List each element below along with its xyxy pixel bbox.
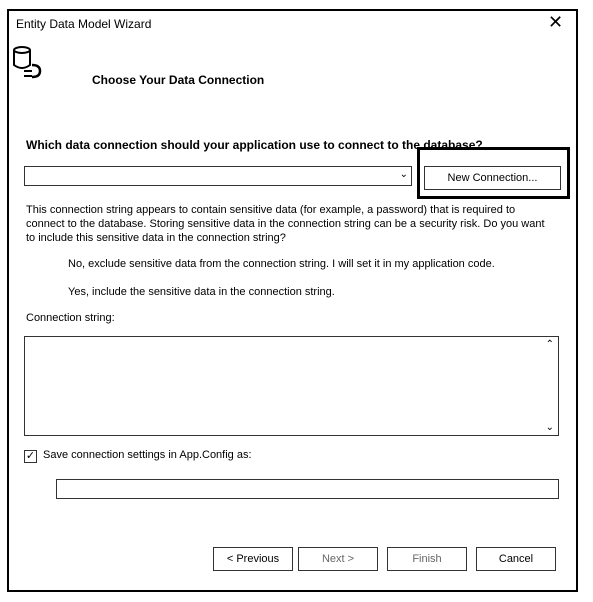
window-title: Entity Data Model Wizard — [16, 17, 152, 31]
database-connection-icon — [12, 45, 48, 85]
save-settings-label: Save connection settings in App.Config a… — [43, 449, 252, 461]
close-icon[interactable]: ✕ — [548, 12, 563, 32]
save-settings-checkbox[interactable]: ✓ — [24, 450, 37, 463]
connection-string-field[interactable]: ⌃ ⌄ — [24, 336, 559, 436]
cancel-button[interactable]: Cancel — [476, 547, 556, 571]
page-heading: Choose Your Data Connection — [92, 73, 265, 87]
app-config-name-input[interactable] — [56, 479, 559, 499]
connection-dropdown[interactable]: ⌄ — [24, 166, 412, 186]
scroll-down-icon[interactable]: ⌄ — [546, 422, 554, 433]
checkmark-icon: ✓ — [25, 450, 36, 462]
chevron-down-icon: ⌄ — [399, 169, 408, 180]
wizard-window — [7, 9, 578, 592]
include-sensitive-option[interactable]: Yes, include the sensitive data in the c… — [68, 286, 335, 298]
connection-question: Which data connection should your applic… — [26, 138, 483, 152]
connection-string-label: Connection string: — [26, 312, 115, 324]
finish-button[interactable]: Finish — [387, 547, 467, 571]
sensitive-data-warning: This connection string appears to contai… — [26, 204, 545, 244]
exclude-sensitive-option[interactable]: No, exclude sensitive data from the conn… — [68, 258, 495, 270]
next-button[interactable]: Next > — [298, 547, 378, 571]
scroll-up-icon[interactable]: ⌃ — [546, 339, 554, 350]
new-connection-button[interactable]: New Connection... — [424, 166, 561, 190]
previous-button[interactable]: < Previous — [213, 547, 293, 571]
